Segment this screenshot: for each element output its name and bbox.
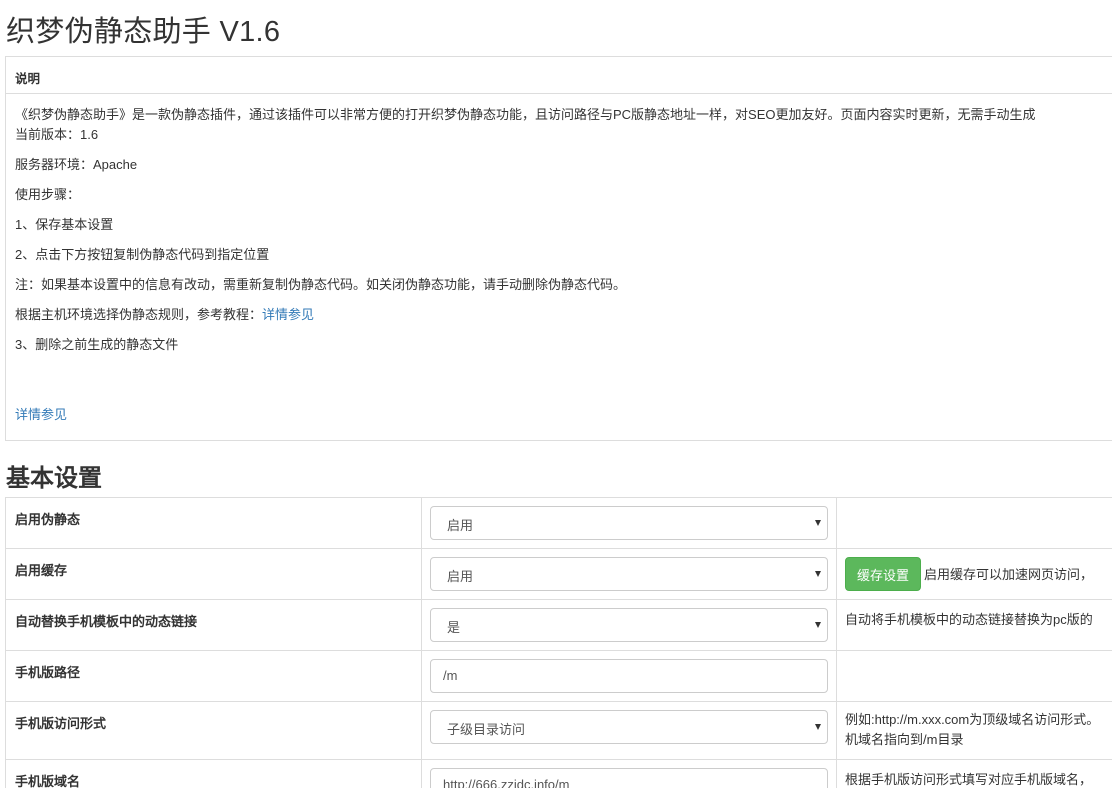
mobile-domain-desc: 根据手机版访问形式填写对应手机版域名， (845, 772, 1093, 787)
cache-select[interactable]: 启用 (430, 557, 828, 591)
cache-desc: 启用缓存可以加速网页访问， (924, 567, 1094, 582)
settings-table: 启用伪静态 启用 启用缓存 启用 缓存设置 启用缓存可以加速网页访问， 自动替换手… (5, 497, 1112, 788)
cache-desc-cell: 缓存设置 启用缓存可以加速网页访问， (836, 548, 1112, 600)
table-row: 手机版域名 http://666.zzidc.info/m 根据手机版访问形式填… (5, 759, 1112, 788)
step-2-text: 2、点击下方按钮复制伪静态代码到指定位置 (15, 247, 270, 262)
cache-cell: 启用 (421, 548, 837, 600)
rule-prefix-text: 根据主机环境选择伪静态规则，参考教程： (15, 307, 263, 322)
table-row: 启用缓存 启用 缓存设置 启用缓存可以加速网页访问， (5, 548, 1112, 600)
access-mode-desc-cell: 例如:http://m.xxx.com为顶级域名访问形式。 机域名指向到/m目录 (836, 701, 1112, 760)
step-1-text: 1、保存基本设置 (15, 217, 114, 232)
chevron-down-icon (815, 622, 821, 628)
chevron-down-icon (815, 724, 821, 730)
table-row: 启用伪静态 启用 (5, 497, 1112, 549)
rewrite-desc (836, 497, 1112, 549)
rule-text: 根据主机环境选择伪静态规则，参考教程：详情参见 (15, 304, 314, 323)
mobile-domain-input[interactable]: http://666.zzidc.info/m (430, 768, 828, 788)
chevron-down-icon (815, 520, 821, 526)
rewrite-label: 启用伪静态 (5, 497, 422, 549)
cache-settings-button[interactable]: 缓存设置 (845, 557, 922, 591)
bottom-link-wrap: 详情参见 (15, 404, 67, 423)
rewrite-select-value: 启用 (447, 518, 474, 533)
access-mode-desc-line-1: 例如:http://m.xxx.com为顶级域名访问形式。 (845, 712, 1100, 727)
table-row: 手机版访问形式 子级目录访问 例如:http://m.xxx.com为顶级域名访… (5, 701, 1112, 760)
mobile-domain-value: http://666.zzidc.info/m (443, 777, 570, 788)
access-mode-cell: 子级目录访问 (421, 701, 837, 760)
mobile-path-label: 手机版路径 (5, 650, 422, 702)
mobile-links-label: 自动替换手机模板中的动态链接 (5, 599, 422, 651)
table-row: 手机版路径 /m (5, 650, 1112, 702)
mobile-domain-label: 手机版域名 (5, 759, 422, 788)
intro-text: 《织梦伪静态助手》是一款伪静态插件，通过该插件可以非常方便的打开织梦伪静态功能，… (15, 107, 1036, 122)
info-panel: 说明 《织梦伪静态助手》是一款伪静态插件，通过该插件可以非常方便的打开织梦伪静态… (5, 56, 1112, 441)
mobile-path-value: /m (443, 668, 458, 683)
step-3-text: 3、删除之前生成的静态文件 (15, 337, 179, 352)
cache-label: 启用缓存 (5, 548, 422, 600)
version-text: 当前版本：1.6 (15, 127, 99, 142)
details-link[interactable]: 详情参见 (15, 407, 67, 422)
info-panel-heading: 说明 (6, 57, 1112, 94)
chevron-down-icon (815, 571, 821, 577)
mobile-path-cell: /m (421, 650, 837, 702)
steps-title: 使用步骤： (15, 187, 81, 202)
mobile-domain-desc-cell: 根据手机版访问形式填写对应手机版域名， (836, 759, 1112, 788)
cache-select-value: 启用 (447, 569, 474, 584)
mobile-path-desc (836, 650, 1112, 702)
page-title: 织梦伪静态助手 V1.6 (6, 16, 281, 48)
rewrite-cell: 启用 (421, 497, 837, 549)
rule-details-link[interactable]: 详情参见 (262, 307, 314, 322)
access-mode-desc-line-2: 机域名指向到/m目录 (845, 732, 964, 747)
mobile-links-select-value: 是 (447, 620, 461, 635)
server-env-text: 服务器环境：Apache (15, 157, 138, 172)
mobile-links-select[interactable]: 是 (430, 608, 828, 642)
note-text: 注：如果基本设置中的信息有改动，需重新复制伪静态代码。如关闭伪静态功能，请手动删… (15, 277, 627, 292)
settings-section-title: 基本设置 (6, 465, 102, 492)
rewrite-select[interactable]: 启用 (430, 506, 828, 540)
mobile-path-input[interactable]: /m (430, 659, 828, 693)
mobile-domain-cell: http://666.zzidc.info/m (421, 759, 837, 788)
access-mode-select[interactable]: 子级目录访问 (430, 710, 828, 744)
mobile-links-desc-cell: 自动将手机模板中的动态链接替换为pc版的 (836, 599, 1112, 651)
mobile-links-desc: 自动将手机模板中的动态链接替换为pc版的 (845, 612, 1093, 627)
access-mode-label: 手机版访问形式 (5, 701, 422, 760)
table-row: 自动替换手机模板中的动态链接 是 自动将手机模板中的动态链接替换为pc版的 (5, 599, 1112, 651)
mobile-links-cell: 是 (421, 599, 837, 651)
access-mode-select-value: 子级目录访问 (447, 722, 526, 737)
